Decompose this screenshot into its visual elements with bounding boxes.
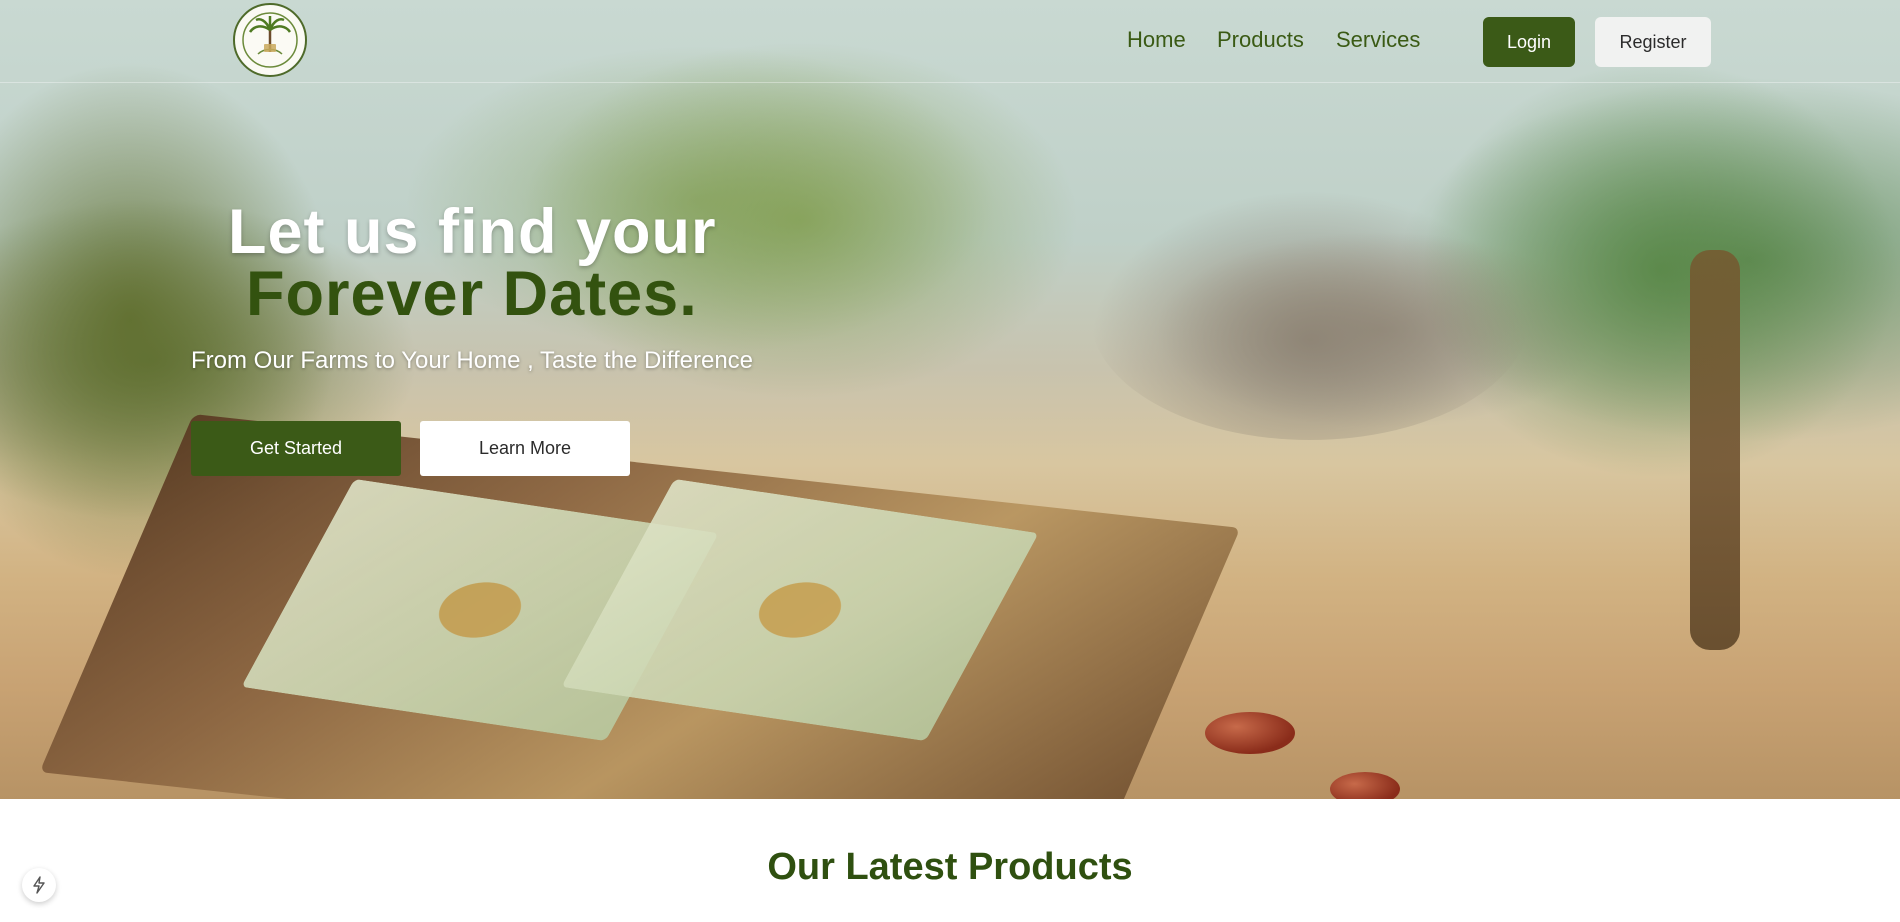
hero-subheadline: From Our Farms to Your Home , Taste the … — [191, 347, 754, 374]
date-fruit-image — [1330, 772, 1400, 799]
hero-section — [0, 0, 1900, 799]
get-started-button[interactable]: Get Started — [191, 421, 401, 476]
lightning-bolt-icon[interactable] — [22, 868, 56, 902]
rock-formation-decoration — [1090, 190, 1530, 440]
learn-more-button[interactable]: Learn More — [420, 421, 630, 476]
login-button[interactable]: Login — [1483, 17, 1575, 67]
nav-link-home[interactable]: Home — [1127, 27, 1186, 53]
nav-link-services[interactable]: Services — [1336, 27, 1420, 53]
date-fruit-image — [1205, 712, 1295, 754]
hero-headline-accent: Forever Dates. — [246, 259, 698, 329]
top-navigation-bar: Home Products Services Login Register — [0, 0, 1900, 83]
latest-products-title: Our Latest Products — [767, 846, 1133, 888]
register-button[interactable]: Register — [1595, 17, 1711, 67]
palm-trunk-decoration — [1690, 250, 1740, 650]
nav-link-products[interactable]: Products — [1217, 27, 1304, 53]
palm-tree-logo-icon[interactable] — [233, 3, 307, 77]
